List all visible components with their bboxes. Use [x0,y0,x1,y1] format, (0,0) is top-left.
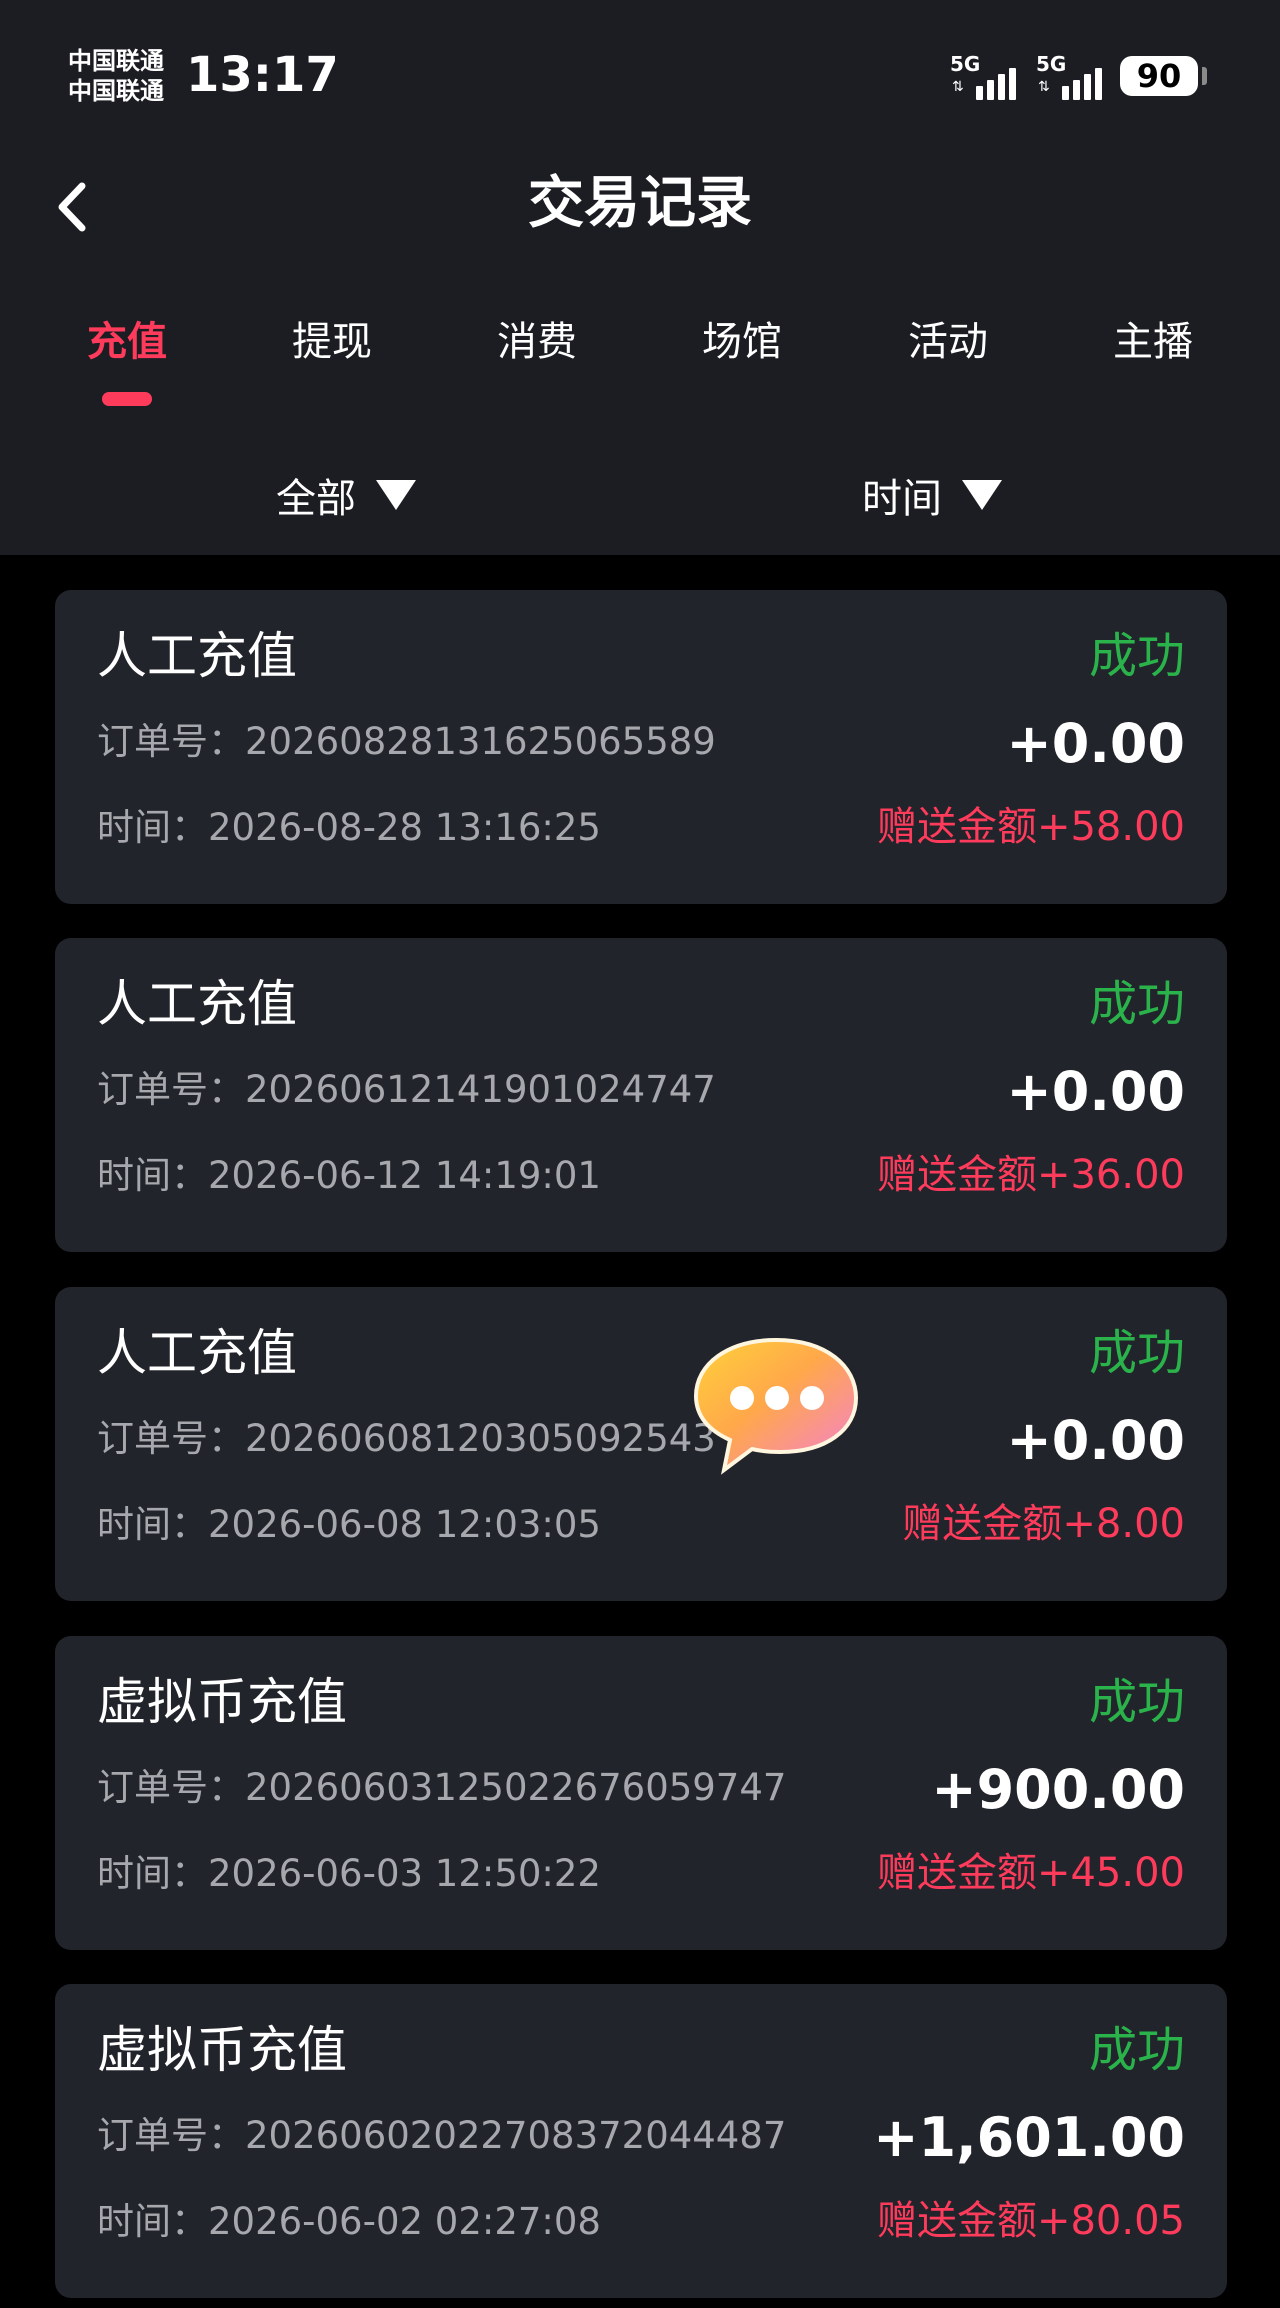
page-title: 交易记录 [528,171,752,236]
record-amount: +0.00 [1006,1409,1185,1472]
app-screen: 中国联通 中国联通 13:17 5G ⇅ 5G ⇅ 90 交易记录 充值 提现 … [0,0,1280,2308]
record-time: 时间：2026-06-02 02:27:08 [97,2200,601,2243]
record-status: 成功 [1088,1674,1185,1730]
nav-bar: 交易记录 [0,150,1280,260]
record-amount: +900.00 [931,1758,1185,1821]
record-card[interactable]: 虚拟币充值 成功 订单号：20260603125022676059747 +90… [55,1636,1227,1950]
record-card[interactable]: 虚拟币充值 成功 订单号：20260602022708372044487 +1,… [55,1984,1227,2298]
record-order-number: 订单号：20260828131625065589 [97,720,716,763]
record-title: 虚拟币充值 [97,1673,347,1731]
battery-icon: 90 [1120,56,1198,96]
record-card[interactable]: 人工充值 成功 订单号：20260612141901024747 +0.00 时… [55,938,1227,1252]
record-title: 人工充值 [97,975,297,1033]
record-order-number: 订单号：20260612141901024747 [97,1068,716,1111]
record-title: 人工充值 [97,1324,297,1382]
time-filter-dropdown[interactable]: 时间 [862,455,1002,535]
triangle-down-icon [376,480,416,510]
record-time: 时间：2026-08-28 13:16:25 [97,806,601,849]
record-amount: +0.00 [1006,1060,1185,1123]
signal-bar [1095,68,1102,100]
record-title: 人工充值 [97,627,297,685]
record-card[interactable]: 人工充值 成功 订单号：20260828131625065589 +0.00 时… [55,590,1227,904]
tab-bar: 充值 提现 消费 场馆 活动 主播 [0,300,1280,410]
signal-bar [987,80,994,100]
record-order-number: 订单号：20260603125022676059747 [97,1766,787,1809]
signal-bar [1073,80,1080,100]
header-panel: 中国联通 中国联通 13:17 5G ⇅ 5G ⇅ 90 交易记录 充值 提现 … [0,0,1280,555]
record-time: 时间：2026-06-03 12:50:22 [97,1852,601,1895]
active-tab-indicator [102,392,152,406]
tab-venue[interactable]: 场馆 [652,300,832,384]
record-order-number: 订单号：20260608120305092543 [97,1417,716,1460]
battery-tip [1202,67,1207,85]
tab-recharge[interactable]: 充值 [37,300,217,384]
triangle-down-icon [962,480,1002,510]
record-amount: +0.00 [1006,712,1185,775]
type-filter-label: 全部 [276,476,356,522]
carrier-1: 中国联通 [68,47,164,75]
signal-bar [1084,74,1091,100]
record-status: 成功 [1088,976,1185,1032]
status-bar: 中国联通 中国联通 13:17 5G ⇅ 5G ⇅ 90 [0,0,1280,130]
record-status: 成功 [1088,2022,1185,2078]
signal-icon: 5G ⇅ [950,54,1026,100]
signal-bar [1062,86,1069,100]
record-time: 时间：2026-06-12 14:19:01 [97,1154,601,1197]
record-bonus: 赠送金额+36.00 [876,1152,1185,1198]
record-amount: +1,601.00 [873,2106,1185,2169]
record-bonus: 赠送金额+80.05 [876,2198,1185,2244]
record-bonus: 赠送金额+58.00 [876,804,1185,850]
tab-withdraw[interactable]: 提现 [242,300,422,384]
record-bonus: 赠送金额+45.00 [876,1850,1185,1896]
record-title: 虚拟币充值 [97,2021,347,2079]
filter-bar: 全部 时间 [0,455,1280,535]
data-arrows-icon: ⇅ [952,79,964,95]
tab-consumption[interactable]: 消费 [447,300,627,384]
record-status: 成功 [1088,1325,1185,1381]
time-filter-label: 时间 [862,476,942,522]
record-card[interactable]: 人工充值 成功 订单号：20260608120305092543 +0.00 时… [55,1287,1227,1601]
tab-host[interactable]: 主播 [1063,300,1243,384]
carrier-labels: 中国联通 中国联通 [68,46,188,106]
signal-bar [1009,68,1016,100]
network-type-1: 5G [950,52,981,76]
record-time: 时间：2026-06-08 12:03:05 [97,1503,601,1546]
status-time: 13:17 [186,47,339,103]
signal-icon: 5G ⇅ [1036,54,1112,100]
floating-chat-button[interactable] [690,1332,864,1476]
tab-activity[interactable]: 活动 [858,300,1038,384]
data-arrows-icon: ⇅ [1038,79,1050,95]
network-type-2: 5G [1036,52,1067,76]
carrier-2: 中国联通 [68,77,164,105]
signal-bar [976,86,983,100]
record-order-number: 订单号：20260602022708372044487 [97,2114,787,2157]
signal-bar [998,74,1005,100]
chat-bubble-icon [693,1337,859,1475]
type-filter-dropdown[interactable]: 全部 [276,455,416,535]
record-bonus: 赠送金额+8.00 [902,1501,1185,1547]
record-status: 成功 [1088,628,1185,684]
